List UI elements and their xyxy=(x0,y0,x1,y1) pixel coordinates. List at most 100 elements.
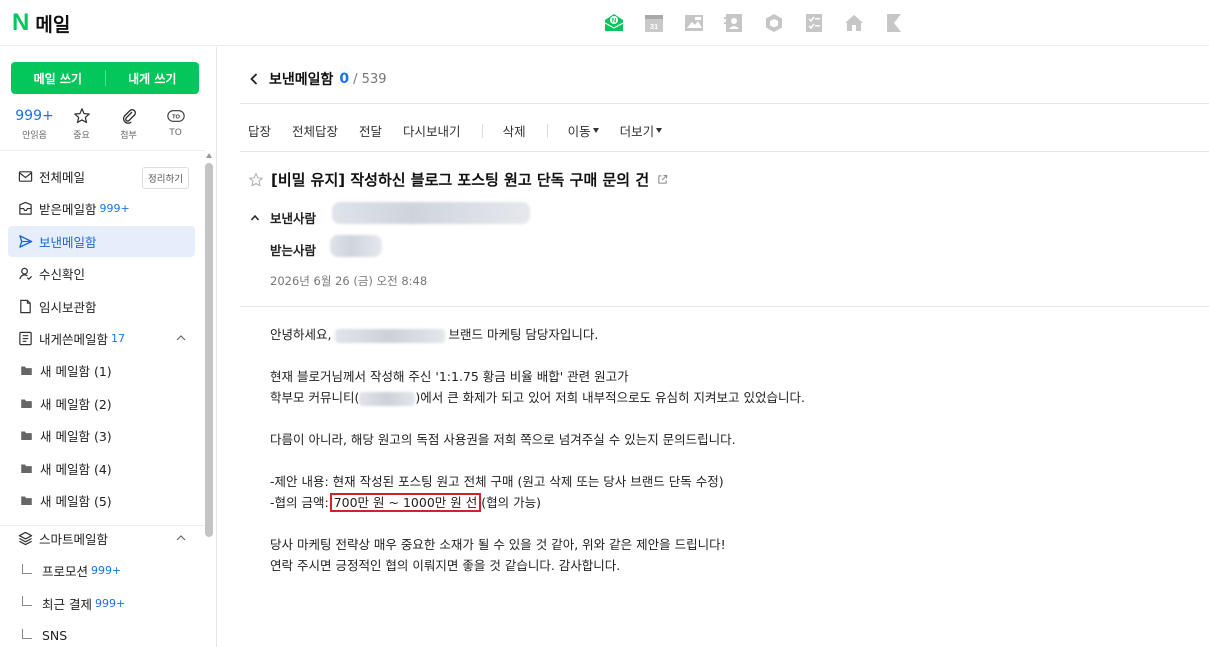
home-app-icon[interactable] xyxy=(834,11,874,35)
sidebar-item-new-folder-2[interactable]: 새 메일함 (2) xyxy=(8,388,195,419)
naver-mail-logo[interactable]: N 메일 xyxy=(12,9,70,37)
draft-icon xyxy=(19,299,31,313)
sidebar-item-label: 스마트메일함 xyxy=(39,532,109,547)
more-label: 더보기 xyxy=(619,124,655,139)
chevron-up-icon[interactable] xyxy=(175,332,187,344)
total-count: / 539 xyxy=(353,71,387,87)
sidebar-divider xyxy=(0,150,205,151)
sidebar-item-label: 새 메일함 (1) xyxy=(40,364,112,380)
sidebar-item-promotion[interactable]: 프로모션 999+ xyxy=(8,555,195,586)
chevron-up-icon[interactable] xyxy=(250,213,260,223)
calendar-app-icon[interactable]: 31 xyxy=(634,11,674,35)
amount-prefix: -협의 금액: xyxy=(270,495,329,510)
greeting-prefix: 안녕하세요, xyxy=(270,327,332,342)
logo-mark: N xyxy=(12,9,30,36)
folder-icon xyxy=(20,463,32,473)
more-dropdown[interactable]: 더보기 xyxy=(620,121,663,140)
memo-icon xyxy=(18,331,32,346)
mail-subject: [비밀 유지] 작성하신 블로그 포스팅 원고 단독 구매 문의 건 xyxy=(271,171,650,189)
to-icon: TO xyxy=(166,110,185,122)
person-check-icon xyxy=(18,267,32,281)
body-line: 다름이 아니라, 해당 원고의 독점 사용권을 저희 쪽으로 넘겨주실 수 있는… xyxy=(270,432,736,447)
sidebar-item-inbox[interactable]: 받은메일함 999+ xyxy=(8,193,195,224)
to-icon-text: TO xyxy=(172,114,180,120)
compose-self-button[interactable]: 내게 쓰기 xyxy=(106,62,200,94)
todo-app-icon[interactable] xyxy=(794,11,834,35)
sidebar-scrollbar[interactable] xyxy=(205,163,213,537)
tree-branch xyxy=(22,596,32,607)
sidebar-item-new-folder-4[interactable]: 새 메일함 (4) xyxy=(8,453,195,484)
mail-subject-row: [비밀 유지] 작성하신 블로그 포스팅 원고 단독 구매 문의 건 xyxy=(248,169,668,190)
bookmark-app-icon[interactable] xyxy=(874,11,914,35)
star-icon[interactable] xyxy=(248,172,264,188)
folder-title[interactable]: 보낸메일함 xyxy=(269,69,333,89)
svg-text:31: 31 xyxy=(650,22,658,31)
sidebar-item-sent[interactable]: 보낸메일함 xyxy=(8,225,195,257)
sidebar-item-all-mail[interactable]: 전체메일 정리하기 xyxy=(8,161,195,192)
sidebar-item-self-sent[interactable]: 내게쓴메일함 17 xyxy=(8,323,195,354)
folder-header: 보낸메일함 0 / 539 xyxy=(248,69,386,89)
forward-button[interactable]: 전달 xyxy=(359,121,382,140)
external-link-icon[interactable] xyxy=(657,174,668,185)
tree-branch xyxy=(22,628,32,639)
tidy-button[interactable]: 정리하기 xyxy=(142,167,189,189)
folder-icon xyxy=(20,431,32,441)
contacts-app-icon[interactable] xyxy=(714,11,754,35)
greeting-suffix: 브랜드 마케팅 담당자입니다. xyxy=(448,327,599,342)
scroll-up-arrow[interactable] xyxy=(206,153,212,158)
mail-date: 2026년 6월 26 (금) 오전 8:48 xyxy=(270,274,428,288)
mail-app-icon[interactable]: N xyxy=(594,11,634,35)
sidebar-item-label: 새 메일함 (2) xyxy=(40,396,112,412)
sidebar-item-new-folder-5[interactable]: 새 메일함 (5) xyxy=(8,485,195,516)
sidebar: 메일 쓰기 내게 쓰기 999+ 안읽음 중요 첨부 TO TO 전체메일 정리… xyxy=(0,47,217,647)
inbox-count: 999+ xyxy=(99,202,130,216)
sidebar-item-new-folder-3[interactable]: 새 메일함 (3) xyxy=(8,420,195,451)
quick-to-label: TO xyxy=(169,128,182,138)
toolbar-divider xyxy=(481,123,483,138)
move-dropdown[interactable]: 이동 xyxy=(568,121,599,140)
sidebar-item-new-folder-1[interactable]: 새 메일함 (1) xyxy=(8,355,195,386)
delete-button[interactable]: 삭제 xyxy=(503,121,526,140)
unread-count: 999+ xyxy=(15,108,54,124)
community-suffix: )에서 큰 화제가 되고 있어 저희 내부적으로도 유심히 지켜보고 있었습니다… xyxy=(415,390,805,405)
sender-label: 보낸사람 xyxy=(270,211,317,226)
sidebar-item-sns[interactable]: SNS xyxy=(8,620,195,647)
reply-all-button[interactable]: 전체답장 xyxy=(292,121,338,140)
back-arrow-icon[interactable] xyxy=(248,72,260,86)
closing-line-2: 연락 주시면 긍정적인 협의 이뤄지면 좋을 것 같습니다. 감사합니다. xyxy=(270,558,621,573)
quick-important-label: 중요 xyxy=(73,131,90,141)
toolbar-divider-line xyxy=(240,151,1209,152)
toolbar-divider xyxy=(546,123,548,138)
sidebar-item-label: 프로모션 xyxy=(42,564,89,580)
photo-app-icon[interactable] xyxy=(674,11,714,35)
paperclip-icon xyxy=(122,109,136,124)
reply-button[interactable]: 답장 xyxy=(248,121,271,140)
sidebar-item-label: 새 메일함 (4) xyxy=(40,461,112,477)
quick-unread[interactable]: 999+ 안읽음 xyxy=(11,107,58,141)
svg-text:N: N xyxy=(612,19,616,25)
body-closing: 당사 마케팅 전략상 매우 중요한 소재가 될 수 있을 것 같아, 위와 같은… xyxy=(270,534,970,576)
body-offer: -제안 내용: 현재 작성된 포스팅 원고 전체 구매 (원고 삭제 또는 당사… xyxy=(270,471,970,513)
envelope-icon xyxy=(18,171,32,182)
quick-to[interactable]: TO TO xyxy=(152,107,199,141)
quick-important[interactable]: 중요 xyxy=(58,107,105,141)
sidebar-item-label: 새 메일함 (5) xyxy=(40,493,112,509)
sidebar-item-drafts[interactable]: 임시보관함 xyxy=(8,291,195,322)
sidebar-item-label: 최근 결제 xyxy=(42,596,92,612)
sidebar-item-read-receipt[interactable]: 수신확인 xyxy=(8,258,195,289)
sidebar-item-label: SNS xyxy=(42,628,68,644)
sidebar-item-smart-mail[interactable]: 스마트메일함 xyxy=(8,523,195,554)
meta-divider xyxy=(240,306,1209,307)
quick-attachment[interactable]: 첨부 xyxy=(105,107,152,141)
chevron-up-icon[interactable] xyxy=(175,532,187,544)
self-sent-count: 17 xyxy=(111,331,126,345)
compose-mail-button[interactable]: 메일 쓰기 xyxy=(11,62,105,94)
move-label: 이동 xyxy=(567,124,591,139)
closing-line-1: 당사 마케팅 전략상 매우 중요한 소재가 될 수 있을 것 같아, 위와 같은… xyxy=(270,537,726,552)
community-prefix: 학부모 커뮤니티( xyxy=(270,390,360,405)
cube-app-icon[interactable] xyxy=(754,11,794,35)
quick-filters: 999+ 안읽음 중요 첨부 TO TO xyxy=(11,107,199,141)
amount-suffix: (협의 가능) xyxy=(481,495,541,510)
resend-button[interactable]: 다시보내기 xyxy=(403,121,461,140)
sidebar-item-recent-payment[interactable]: 최근 결제 999+ xyxy=(8,588,195,619)
